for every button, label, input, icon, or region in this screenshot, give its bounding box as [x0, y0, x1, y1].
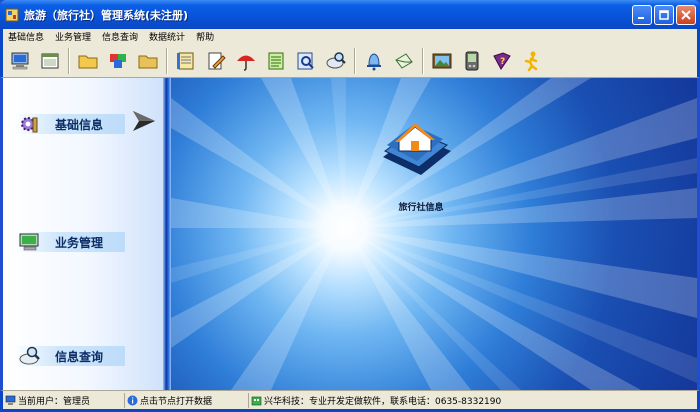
bell-icon: [367, 52, 381, 70]
toolbar-separator: [422, 47, 424, 74]
yellow-folder-icon: [138, 55, 158, 68]
toolbar-envelope-button[interactable]: [389, 47, 419, 75]
info-icon: [127, 395, 138, 406]
menu-item-help[interactable]: 帮助: [196, 30, 214, 43]
gears-icon: [17, 111, 43, 137]
user-monitor-icon: [5, 395, 16, 406]
toolbar-pda-button[interactable]: [457, 47, 487, 75]
toolbar-separator: [166, 47, 168, 74]
status-company: 兴华科技：专业开发定做软件，联系电话：0635-8332190: [264, 396, 502, 407]
close-icon: [681, 10, 691, 20]
toolbar-edit-button[interactable]: [201, 47, 231, 75]
content-area: 旅行社信息: [171, 78, 697, 390]
window-title: 旅游（旅行社）管理系统(未注册): [24, 8, 189, 22]
toolbar-picture-button[interactable]: [427, 47, 457, 75]
sidebar-item-label: 信息查询: [55, 349, 104, 364]
edit-document-icon: [208, 52, 226, 69]
toolbar-notebook-button[interactable]: [171, 47, 201, 75]
toolbar-window-button[interactable]: [35, 47, 65, 75]
company-icon: [251, 395, 262, 406]
toolbar-help-button[interactable]: ?: [487, 47, 517, 75]
svg-text:?: ?: [500, 57, 505, 67]
status-user-cell: 当前用户：管理员: [3, 392, 125, 408]
maximize-icon: [659, 10, 669, 20]
menu-item-basic-info[interactable]: 基础信息: [8, 30, 44, 43]
help-book-icon: ?: [493, 51, 511, 70]
sidebar-item-label: 基础信息: [55, 117, 104, 132]
toolbar-multi-folder-button[interactable]: [103, 47, 133, 75]
toolbar-yellow-folder-button[interactable]: [133, 47, 163, 75]
picture-icon: [432, 53, 452, 68]
notebook-icon: [177, 52, 194, 69]
multi-color-folder-icon: [110, 53, 126, 68]
toolbar-umbrella-button[interactable]: [231, 47, 261, 75]
app-icon: [5, 8, 19, 21]
toolbar-magnifier-button[interactable]: [321, 47, 351, 75]
status-bar: 当前用户：管理员 点击节点打开数据 兴华科技：专业开发定做软件，联系电话：063…: [0, 390, 700, 412]
sidebar: 基础信息 业务管理 信息查询: [3, 78, 163, 390]
umbrella-icon: [237, 55, 255, 71]
travel-agency-info-button[interactable]: [376, 110, 456, 190]
sidebar-divider[interactable]: [163, 78, 171, 390]
toolbar-computer-button[interactable]: [5, 47, 35, 75]
pda-icon: [465, 51, 479, 70]
computer-icon: [11, 52, 29, 69]
toolbar-separator: [68, 47, 70, 74]
status-hint: 点击节点打开数据: [140, 396, 213, 407]
status-user: 当前用户：管理员: [18, 396, 91, 407]
close-button[interactable]: [676, 5, 696, 25]
notepad-icon: [268, 52, 284, 69]
arrow-right-icon: [133, 111, 155, 131]
sidebar-item-label: 业务管理: [55, 235, 104, 250]
menu-item-query[interactable]: 信息查询: [102, 30, 138, 43]
title-bar[interactable]: 旅游（旅行社）管理系统(未注册): [0, 0, 700, 29]
menu-item-statistics[interactable]: 数据统计: [149, 30, 185, 43]
monitor-icon: [17, 229, 43, 255]
envelope-icon: [395, 52, 413, 69]
menu-item-business[interactable]: 业务管理: [55, 30, 91, 43]
travel-agency-info-label: 旅行社信息: [398, 203, 444, 213]
search-document-icon: [297, 52, 314, 69]
running-man-icon: [524, 51, 538, 71]
toolbar-exit-button[interactable]: [517, 47, 547, 75]
toolbar-separator: [354, 47, 356, 74]
toolbar-bell-button[interactable]: [359, 47, 389, 75]
sidebar-item-business[interactable]: 业务管理: [15, 232, 125, 252]
magnifier-plate-icon: [17, 343, 43, 369]
house-book-icon: [383, 123, 451, 175]
sidebar-item-query[interactable]: 信息查询: [15, 346, 125, 366]
toolbar: ?: [0, 44, 700, 78]
minimize-button[interactable]: [632, 5, 652, 25]
minimize-icon: [638, 17, 644, 19]
toolbar-notepad-button[interactable]: [261, 47, 291, 75]
window-icon: [41, 53, 59, 68]
folder-icon: [78, 55, 98, 68]
status-company-cell: 兴华科技：专业开发定做软件，联系电话：0635-8332190: [249, 393, 689, 408]
toolbar-search-document-button[interactable]: [291, 47, 321, 75]
menu-bar: 基础信息 业务管理 信息查询 数据统计 帮助: [0, 29, 700, 44]
toolbar-folder-button[interactable]: [73, 47, 103, 75]
maximize-button[interactable]: [654, 5, 674, 25]
main-area: 基础信息 业务管理 信息查询 旅行社信息: [3, 78, 697, 390]
magnifier-plate-icon: [326, 51, 346, 68]
sidebar-item-basic-info[interactable]: 基础信息: [15, 114, 125, 134]
status-hint-cell: 点击节点打开数据: [125, 392, 249, 408]
